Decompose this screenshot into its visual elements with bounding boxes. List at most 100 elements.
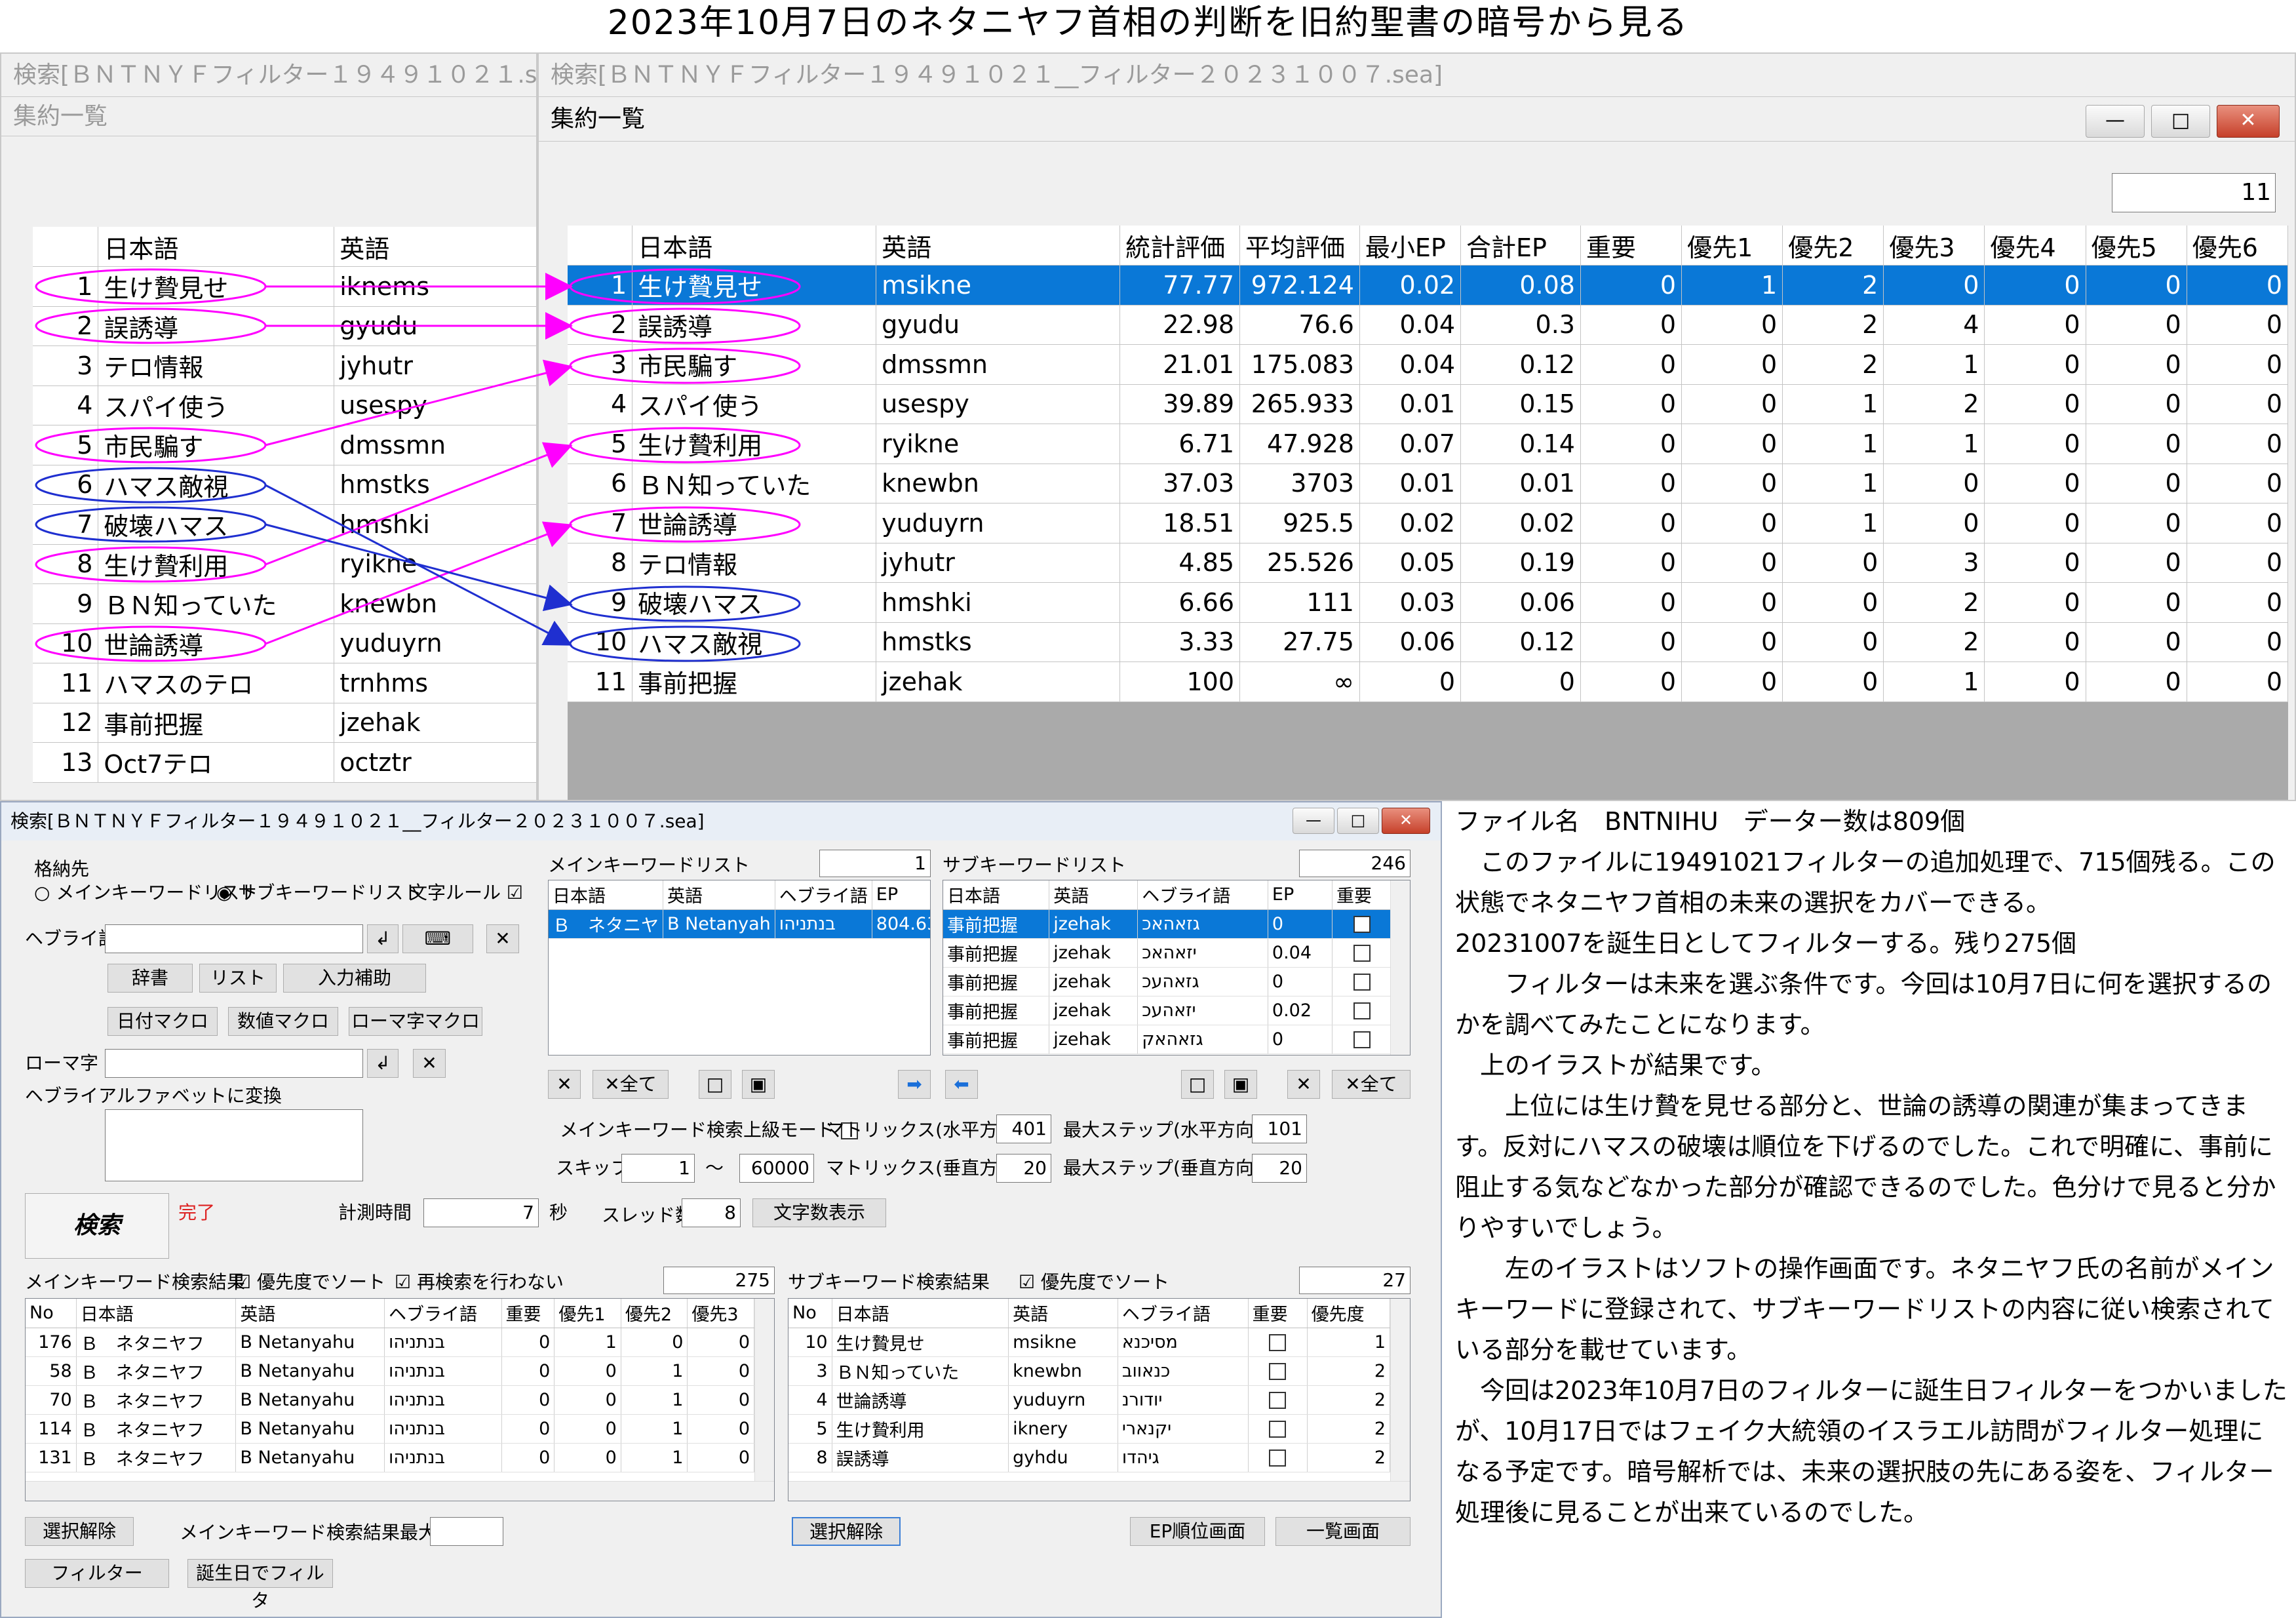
sub-kw-scrollbar[interactable] xyxy=(1390,880,1410,1055)
convert-output[interactable] xyxy=(105,1109,363,1181)
table-row[interactable]: 11 事前把握 jzehak 100 ∞ 0 0 0 0 0 1 0 0 0 xyxy=(568,661,2289,702)
checkbox-icon[interactable] xyxy=(1269,1392,1287,1409)
dict-button[interactable]: 辞書 xyxy=(107,964,193,993)
checkbox-icon[interactable] xyxy=(1269,1363,1287,1380)
table-row[interactable]: 事前把握 jzehak גזאהאק 0 xyxy=(943,1025,1391,1054)
table-row[interactable]: 8 テロ情報 jyhutr 4.85 25.526 0.05 0.19 0 0 0 3 0 0 0 xyxy=(568,543,2289,583)
col-header[interactable]: 優先5 xyxy=(2086,226,2187,266)
input-help-button[interactable]: 入力補助 xyxy=(283,964,426,993)
table-row[interactable]: 10 世論誘導 yuduyrn xyxy=(33,623,536,663)
table-row[interactable]: 事前把握 jzehak גזאהאכ 0 xyxy=(943,909,1391,939)
main-result-hscroll[interactable] xyxy=(26,1481,774,1501)
skip-to-field[interactable]: 60000 xyxy=(739,1154,814,1183)
col-header[interactable]: 統計評価 xyxy=(1119,226,1241,266)
sub-result-hscroll[interactable] xyxy=(788,1481,1410,1501)
checkbox-icon[interactable] xyxy=(1269,1450,1287,1467)
table-row[interactable]: 5 生け贄利用 iknery יקנארי 2 xyxy=(788,1414,1391,1444)
no-research[interactable]: ☑ 再検索を行わない xyxy=(395,1269,564,1295)
list-view-button[interactable]: 一覧画面 xyxy=(1275,1517,1411,1546)
col-header[interactable]: 英語 xyxy=(1049,880,1138,910)
skip-from-field[interactable]: 1 xyxy=(621,1154,695,1183)
table-row[interactable]: 4 世論誘導 yuduyrn יודורנ 2 xyxy=(788,1385,1391,1415)
table-row[interactable]: 7 破壊ハマス hmshki xyxy=(33,504,536,545)
max-step-h-field[interactable]: 101 xyxy=(1252,1115,1307,1143)
table-row[interactable]: 8 誤誘導 gyhdu גיהדו 2 xyxy=(788,1443,1391,1472)
table-row[interactable]: 2 誤誘導 gyudu 22.98 76.6 0.04 0.3 0 0 2 4 0 0 0 xyxy=(568,305,2289,345)
radio-sub[interactable]: ◉ サブキーワードリスト xyxy=(216,880,421,906)
hebrew-input[interactable] xyxy=(105,924,363,953)
maximize-button[interactable]: □ xyxy=(2151,105,2210,138)
main-kw-delete-button[interactable]: ✕ xyxy=(548,1070,581,1099)
table-row[interactable]: 6 ＢＮ知っていた knewbn 37.03 3703 0.01 0.01 0 0 1 0 0 0 0 xyxy=(568,464,2289,503)
col-header[interactable]: 日本語 xyxy=(832,1299,1009,1328)
birthday-filter-button[interactable]: 誕生日でフィルタ xyxy=(187,1559,333,1611)
sub-kw-blank-button[interactable]: □ xyxy=(1181,1070,1214,1099)
table-row[interactable]: 事前把握 jzehak יזאהאכ 0.04 xyxy=(943,938,1391,968)
main-result-vscroll[interactable] xyxy=(754,1299,774,1481)
max-results-field[interactable] xyxy=(430,1517,503,1546)
close-button[interactable]: ✕ xyxy=(2217,105,2280,138)
col-header[interactable]: 重要 xyxy=(501,1299,555,1328)
main-kw-delete-all-button[interactable]: ✕全て xyxy=(593,1070,669,1099)
sub-kw-save-button[interactable]: ▣ xyxy=(1224,1070,1257,1099)
bottom-minimize-button[interactable]: — xyxy=(1293,808,1334,834)
col-header[interactable]: ヘブライ語 xyxy=(775,880,872,910)
table-row[interactable]: 11 ハマスのテロ trnhms xyxy=(33,663,536,703)
col-header[interactable]: 英語 xyxy=(235,1299,385,1328)
col-header[interactable]: 英語 xyxy=(1008,1299,1118,1328)
table-row[interactable]: 6 ハマス敵視 hmstks xyxy=(33,465,536,505)
char-rule[interactable]: 文字ルール ☑ xyxy=(409,880,523,906)
col-header[interactable]: 日本語 xyxy=(549,880,663,910)
checkbox-icon[interactable] xyxy=(1353,916,1371,933)
checkbox-icon[interactable] xyxy=(1353,1031,1371,1048)
table-row[interactable]: 3 市民騙す dmssmn 21.01 175.083 0.04 0.12 0 0 2 1 0 0 0 xyxy=(568,344,2289,385)
main-kw-blank-button[interactable]: □ xyxy=(699,1070,731,1099)
table-row[interactable]: 10 ハマス敵視 hmstks 3.33 27.75 0.06 0.12 0 0 0 2 0 0 0 xyxy=(568,622,2289,662)
ep-rank-button[interactable]: EP順位画面 xyxy=(1130,1517,1265,1546)
matrix-h-field[interactable]: 401 xyxy=(996,1115,1051,1143)
bottom-close-button[interactable]: ✕ xyxy=(1382,808,1430,834)
table-row[interactable]: 5 市民騙す dmssmn xyxy=(33,425,536,465)
col-header[interactable]: 優先2 xyxy=(1782,226,1884,266)
col-header[interactable]: ヘブライ語 xyxy=(1137,880,1268,910)
col-header[interactable]: 優先6 xyxy=(2187,226,2289,266)
col-header[interactable]: 合計EP xyxy=(1460,226,1581,266)
col-header[interactable]: 英語 xyxy=(663,880,775,910)
move-right-button[interactable]: ➡ xyxy=(898,1070,931,1099)
sub-result-vscroll[interactable] xyxy=(1390,1299,1410,1481)
col-header[interactable]: EP xyxy=(1268,880,1333,910)
checkbox-icon[interactable] xyxy=(1353,945,1371,962)
col-header[interactable]: 優先3 xyxy=(1883,226,1985,266)
sub-kw-delete-button[interactable]: ✕ xyxy=(1287,1070,1320,1099)
bottom-maximize-button[interactable]: □ xyxy=(1337,808,1379,834)
search-button[interactable]: 検索 xyxy=(25,1193,169,1259)
table-row[interactable]: 1 生け贄見せ msikne 77.77 972.124 0.02 0.08 0 1 2 0 0 0 0 xyxy=(568,265,2289,306)
checkbox-icon[interactable] xyxy=(1269,1421,1287,1438)
hebrew-enter-button[interactable]: ↲ xyxy=(367,924,399,953)
table-row[interactable]: 12 事前把握 jzehak xyxy=(33,703,536,743)
table-row[interactable]: 10 生け贄見せ msikne מסיכנא 1 xyxy=(788,1328,1391,1357)
main-sort-priority[interactable]: ☑ 優先度でソート xyxy=(235,1269,385,1295)
table-row[interactable]: 13 Oct7テロ octztr xyxy=(33,742,536,783)
table-row[interactable]: 4 スパイ使う usespy 39.89 265.933 0.01 0.15 0 0 1 2 0 0 0 xyxy=(568,384,2289,424)
matrix-v-field[interactable]: 20 xyxy=(996,1154,1051,1183)
table-row[interactable]: 5 生け贄利用 ryikne 6.71 47.928 0.07 0.14 0 0 1 1 0 0 0 xyxy=(568,424,2289,464)
table-row[interactable]: 9 ＢＮ知っていた knewbn xyxy=(33,583,536,624)
move-left-button[interactable]: ⬅ xyxy=(945,1070,978,1099)
char-count-button[interactable]: 文字数表示 xyxy=(752,1198,886,1227)
table-row[interactable]: 8 生け贄利用 ryikne xyxy=(33,544,536,584)
col-header[interactable]: 優先1 xyxy=(554,1299,621,1328)
thread-field[interactable]: 8 xyxy=(682,1198,741,1227)
hebrew-clear-button[interactable]: ✕ xyxy=(486,924,519,953)
col-header[interactable]: EP xyxy=(872,880,930,910)
col-header[interactable]: 優先4 xyxy=(1984,226,2086,266)
col-header[interactable]: 平均評価 xyxy=(1239,226,1360,266)
sub-deselect-button[interactable]: 選択解除 xyxy=(792,1517,901,1546)
max-step-v-field[interactable]: 20 xyxy=(1252,1154,1307,1183)
col-header[interactable]: 日本語 xyxy=(632,226,877,266)
filter-button[interactable]: フィルター xyxy=(25,1559,169,1588)
col-header[interactable]: 重要 xyxy=(1332,880,1391,910)
col-header[interactable]: 優先3 xyxy=(687,1299,754,1328)
table-row[interactable]: 事前把握 jzehak גזאהעכ 0 xyxy=(943,967,1391,996)
table-row[interactable]: 2 誤誘導 gyudu xyxy=(33,306,536,346)
